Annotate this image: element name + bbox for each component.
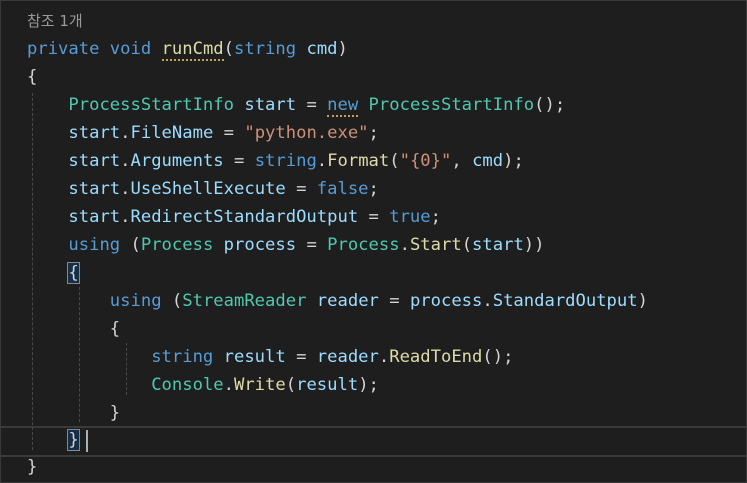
- code-line-1[interactable]: private void runCmd(string cmd): [27, 36, 348, 64]
- token-keyword: string: [151, 347, 214, 367]
- method-name-runcmd[interactable]: runCmd: [161, 39, 224, 61]
- token-type: Process: [140, 235, 214, 255]
- code-line-15[interactable]: }: [27, 427, 80, 455]
- code-line-4[interactable]: start.FileName = "python.exe";: [27, 120, 379, 148]
- code-line-10[interactable]: using (StreamReader reader = process.Sta…: [27, 288, 648, 316]
- token-string: "python.exe": [244, 123, 369, 143]
- token-keyword: using: [109, 291, 162, 311]
- token-property: RedirectStandardOutput: [130, 207, 359, 227]
- token-variable: reader: [316, 291, 379, 311]
- token-keyword: using: [68, 235, 121, 255]
- token-parameter: cmd: [472, 151, 504, 171]
- code-line-13[interactable]: Console.Write(result);: [27, 372, 379, 400]
- token-variable: reader: [316, 347, 379, 367]
- code-line-11[interactable]: {: [27, 316, 120, 344]
- token-keyword: private: [27, 39, 100, 59]
- code-line-16[interactable]: }: [27, 454, 37, 482]
- code-line-7[interactable]: start.RedirectStandardOutput = true;: [27, 204, 441, 232]
- token-keyword: true: [389, 207, 431, 227]
- token-variable: result: [223, 347, 286, 367]
- token-function: Start: [409, 235, 462, 255]
- token-variable: start: [244, 95, 297, 115]
- token-type: ProcessStartInfo: [68, 95, 234, 115]
- token-property: Arguments: [130, 151, 224, 171]
- token-function: Write: [233, 375, 286, 395]
- code-line-14[interactable]: }: [27, 400, 120, 428]
- code-line-2[interactable]: {: [27, 64, 37, 92]
- token-function: ReadToEnd: [389, 347, 483, 367]
- code-line-8[interactable]: using (Process process = Process.Start(s…: [27, 232, 544, 260]
- matched-brace-open: {: [67, 262, 80, 284]
- token-keyword-new: new: [327, 95, 359, 117]
- token-property: FileName: [130, 123, 214, 143]
- code-line-9[interactable]: {: [27, 260, 80, 288]
- code-line-5[interactable]: start.Arguments = string.Format("{0}", c…: [27, 148, 523, 176]
- token-variable: process: [409, 291, 483, 311]
- token-property: StandardOutput: [492, 291, 638, 311]
- token-property: UseShellExecute: [130, 179, 286, 199]
- token-string: "{0}": [399, 151, 452, 171]
- token-variable: start: [472, 235, 524, 255]
- code-line-12[interactable]: string result = reader.ReadToEnd();: [27, 344, 513, 372]
- token-function: Format: [327, 151, 390, 171]
- token-keyword: string: [234, 39, 297, 59]
- token-variable: result: [296, 375, 359, 395]
- code-line-3[interactable]: ProcessStartInfo start = new ProcessStar…: [27, 92, 565, 120]
- code-editor[interactable]: 참조 1개 private void runCmd(string cmd) { …: [0, 0, 747, 483]
- current-line-highlight: [1, 426, 746, 457]
- code-line-6[interactable]: start.UseShellExecute = false;: [27, 176, 378, 204]
- token-type: ProcessStartInfo: [368, 95, 535, 115]
- token-variable: process: [223, 235, 297, 255]
- token-type: Console: [151, 375, 224, 395]
- token-keyword: void: [109, 39, 152, 59]
- token-type: StreamReader: [182, 291, 307, 311]
- matched-brace-close: }: [67, 429, 80, 451]
- token-variable: start: [68, 207, 121, 227]
- token-keyword: string: [254, 151, 317, 171]
- token-variable: start: [68, 179, 121, 199]
- token-keyword: false: [316, 179, 369, 199]
- token-parameter: cmd: [306, 39, 338, 59]
- token-variable: start: [68, 151, 121, 171]
- token-variable: start: [68, 123, 121, 143]
- token-type: Process: [327, 235, 400, 255]
- codelens-references-link[interactable]: 참조 1개: [27, 10, 83, 31]
- text-caret: [86, 430, 88, 452]
